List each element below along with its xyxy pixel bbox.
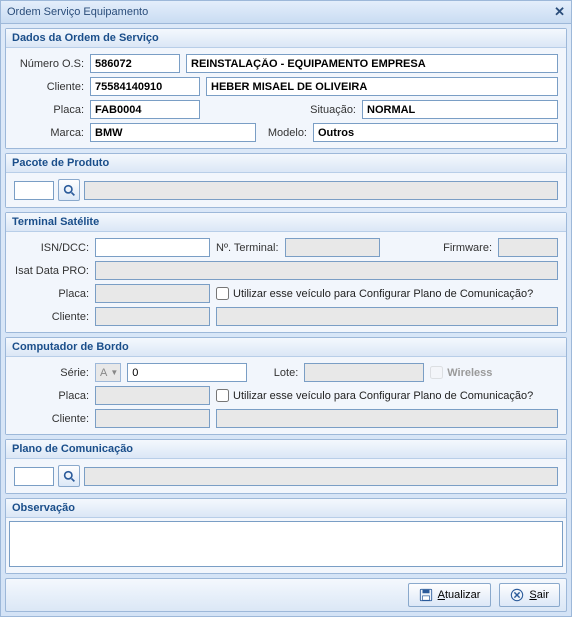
computador-placa-input xyxy=(95,386,210,405)
computador-placa-label: Placa: xyxy=(14,390,89,402)
cliente-nome-input[interactable] xyxy=(206,77,558,96)
group-plano: Plano de Comunicação xyxy=(5,439,567,494)
group-pacote-header: Pacote de Produto xyxy=(6,154,566,173)
titlebar: Ordem Serviço Equipamento ✕ xyxy=(1,1,571,24)
group-terminal-header: Terminal Satélite xyxy=(6,213,566,232)
computador-cliente-cod xyxy=(95,409,210,428)
group-observacao: Observação xyxy=(5,498,567,574)
window-body: Dados da Ordem de Serviço Número O.S: Cl… xyxy=(1,24,571,616)
serie-num-input[interactable] xyxy=(127,363,247,382)
situacao-label: Situação: xyxy=(206,104,356,116)
marca-label: Marca: xyxy=(14,127,84,139)
terminal-cliente-cod xyxy=(95,307,210,326)
numero-os-label: Número O.S: xyxy=(14,58,84,70)
search-icon xyxy=(63,184,76,197)
computador-cliente-nome xyxy=(216,409,558,428)
sair-label: Sair xyxy=(529,589,549,601)
terminal-cliente-label: Cliente: xyxy=(14,311,89,323)
save-icon xyxy=(419,588,433,602)
window-title: Ordem Serviço Equipamento xyxy=(7,6,148,18)
computador-config-checkbox[interactable] xyxy=(216,389,229,402)
modelo-label: Modelo: xyxy=(262,127,307,139)
serie-prefix-combo[interactable]: A ▼ xyxy=(95,363,121,382)
plano-cod-input[interactable] xyxy=(14,467,54,486)
cliente-label: Cliente: xyxy=(14,81,84,93)
terminal-config-checkbox[interactable] xyxy=(216,287,229,300)
isat-label: Isat Data PRO: xyxy=(14,265,89,277)
footer: Atualizar Sair xyxy=(5,578,567,612)
terminal-placa-input xyxy=(95,284,210,303)
wireless-label: Wireless xyxy=(447,367,492,379)
search-icon xyxy=(63,470,76,483)
group-terminal: Terminal Satélite ISN/DCC: Nº. Terminal:… xyxy=(5,212,567,333)
group-computador-header: Computador de Bordo xyxy=(6,338,566,357)
computador-cliente-label: Cliente: xyxy=(14,413,89,425)
wireless-checkbox xyxy=(430,366,443,379)
pacote-desc-input xyxy=(84,181,558,200)
sair-button[interactable]: Sair xyxy=(499,583,560,607)
group-computador: Computador de Bordo Série: A ▼ Lote: Wir… xyxy=(5,337,567,435)
firmware-label: Firmware: xyxy=(386,242,493,254)
isn-label: ISN/DCC: xyxy=(14,242,89,254)
group-plano-header: Plano de Comunicação xyxy=(6,440,566,459)
pacote-search-button[interactable] xyxy=(58,179,80,201)
window: Ordem Serviço Equipamento ✕ Dados da Ord… xyxy=(0,0,572,617)
placa-label: Placa: xyxy=(14,104,84,116)
terminal-cliente-nome xyxy=(216,307,558,326)
terminal-placa-label: Placa: xyxy=(14,288,89,300)
group-observacao-header: Observação xyxy=(6,499,566,518)
computador-config-label: Utilizar esse veículo para Configurar Pl… xyxy=(233,390,533,402)
observacao-textarea[interactable] xyxy=(9,521,563,567)
close-icon[interactable]: ✕ xyxy=(554,4,565,20)
group-dados: Dados da Ordem de Serviço Número O.S: Cl… xyxy=(5,28,567,149)
isat-input xyxy=(95,261,558,280)
firmware-input xyxy=(498,238,558,257)
atualizar-button[interactable]: Atualizar xyxy=(408,583,492,607)
isn-input[interactable] xyxy=(95,238,210,257)
cliente-cod-input[interactable] xyxy=(90,77,200,96)
terminal-config-label: Utilizar esse veículo para Configurar Pl… xyxy=(233,288,533,300)
plano-desc-input xyxy=(84,467,558,486)
modelo-input[interactable] xyxy=(313,123,558,142)
descricao-input[interactable] xyxy=(186,54,558,73)
group-pacote: Pacote de Produto xyxy=(5,153,567,208)
plano-search-button[interactable] xyxy=(58,465,80,487)
situacao-input[interactable] xyxy=(362,100,558,119)
num-terminal-label: Nº. Terminal: xyxy=(216,242,279,254)
numero-os-input[interactable] xyxy=(90,54,180,73)
group-dados-header: Dados da Ordem de Serviço xyxy=(6,29,566,48)
serie-label: Série: xyxy=(14,367,89,379)
close-circle-icon xyxy=(510,588,524,602)
num-terminal-input xyxy=(285,238,380,257)
placa-input[interactable] xyxy=(90,100,200,119)
lote-label: Lote: xyxy=(253,367,298,379)
atualizar-label: Atualizar xyxy=(438,589,481,601)
lote-input xyxy=(304,363,424,382)
chevron-down-icon: ▼ xyxy=(110,368,118,377)
pacote-cod-input[interactable] xyxy=(14,181,54,200)
serie-prefix-value: A xyxy=(100,367,107,379)
marca-input[interactable] xyxy=(90,123,256,142)
